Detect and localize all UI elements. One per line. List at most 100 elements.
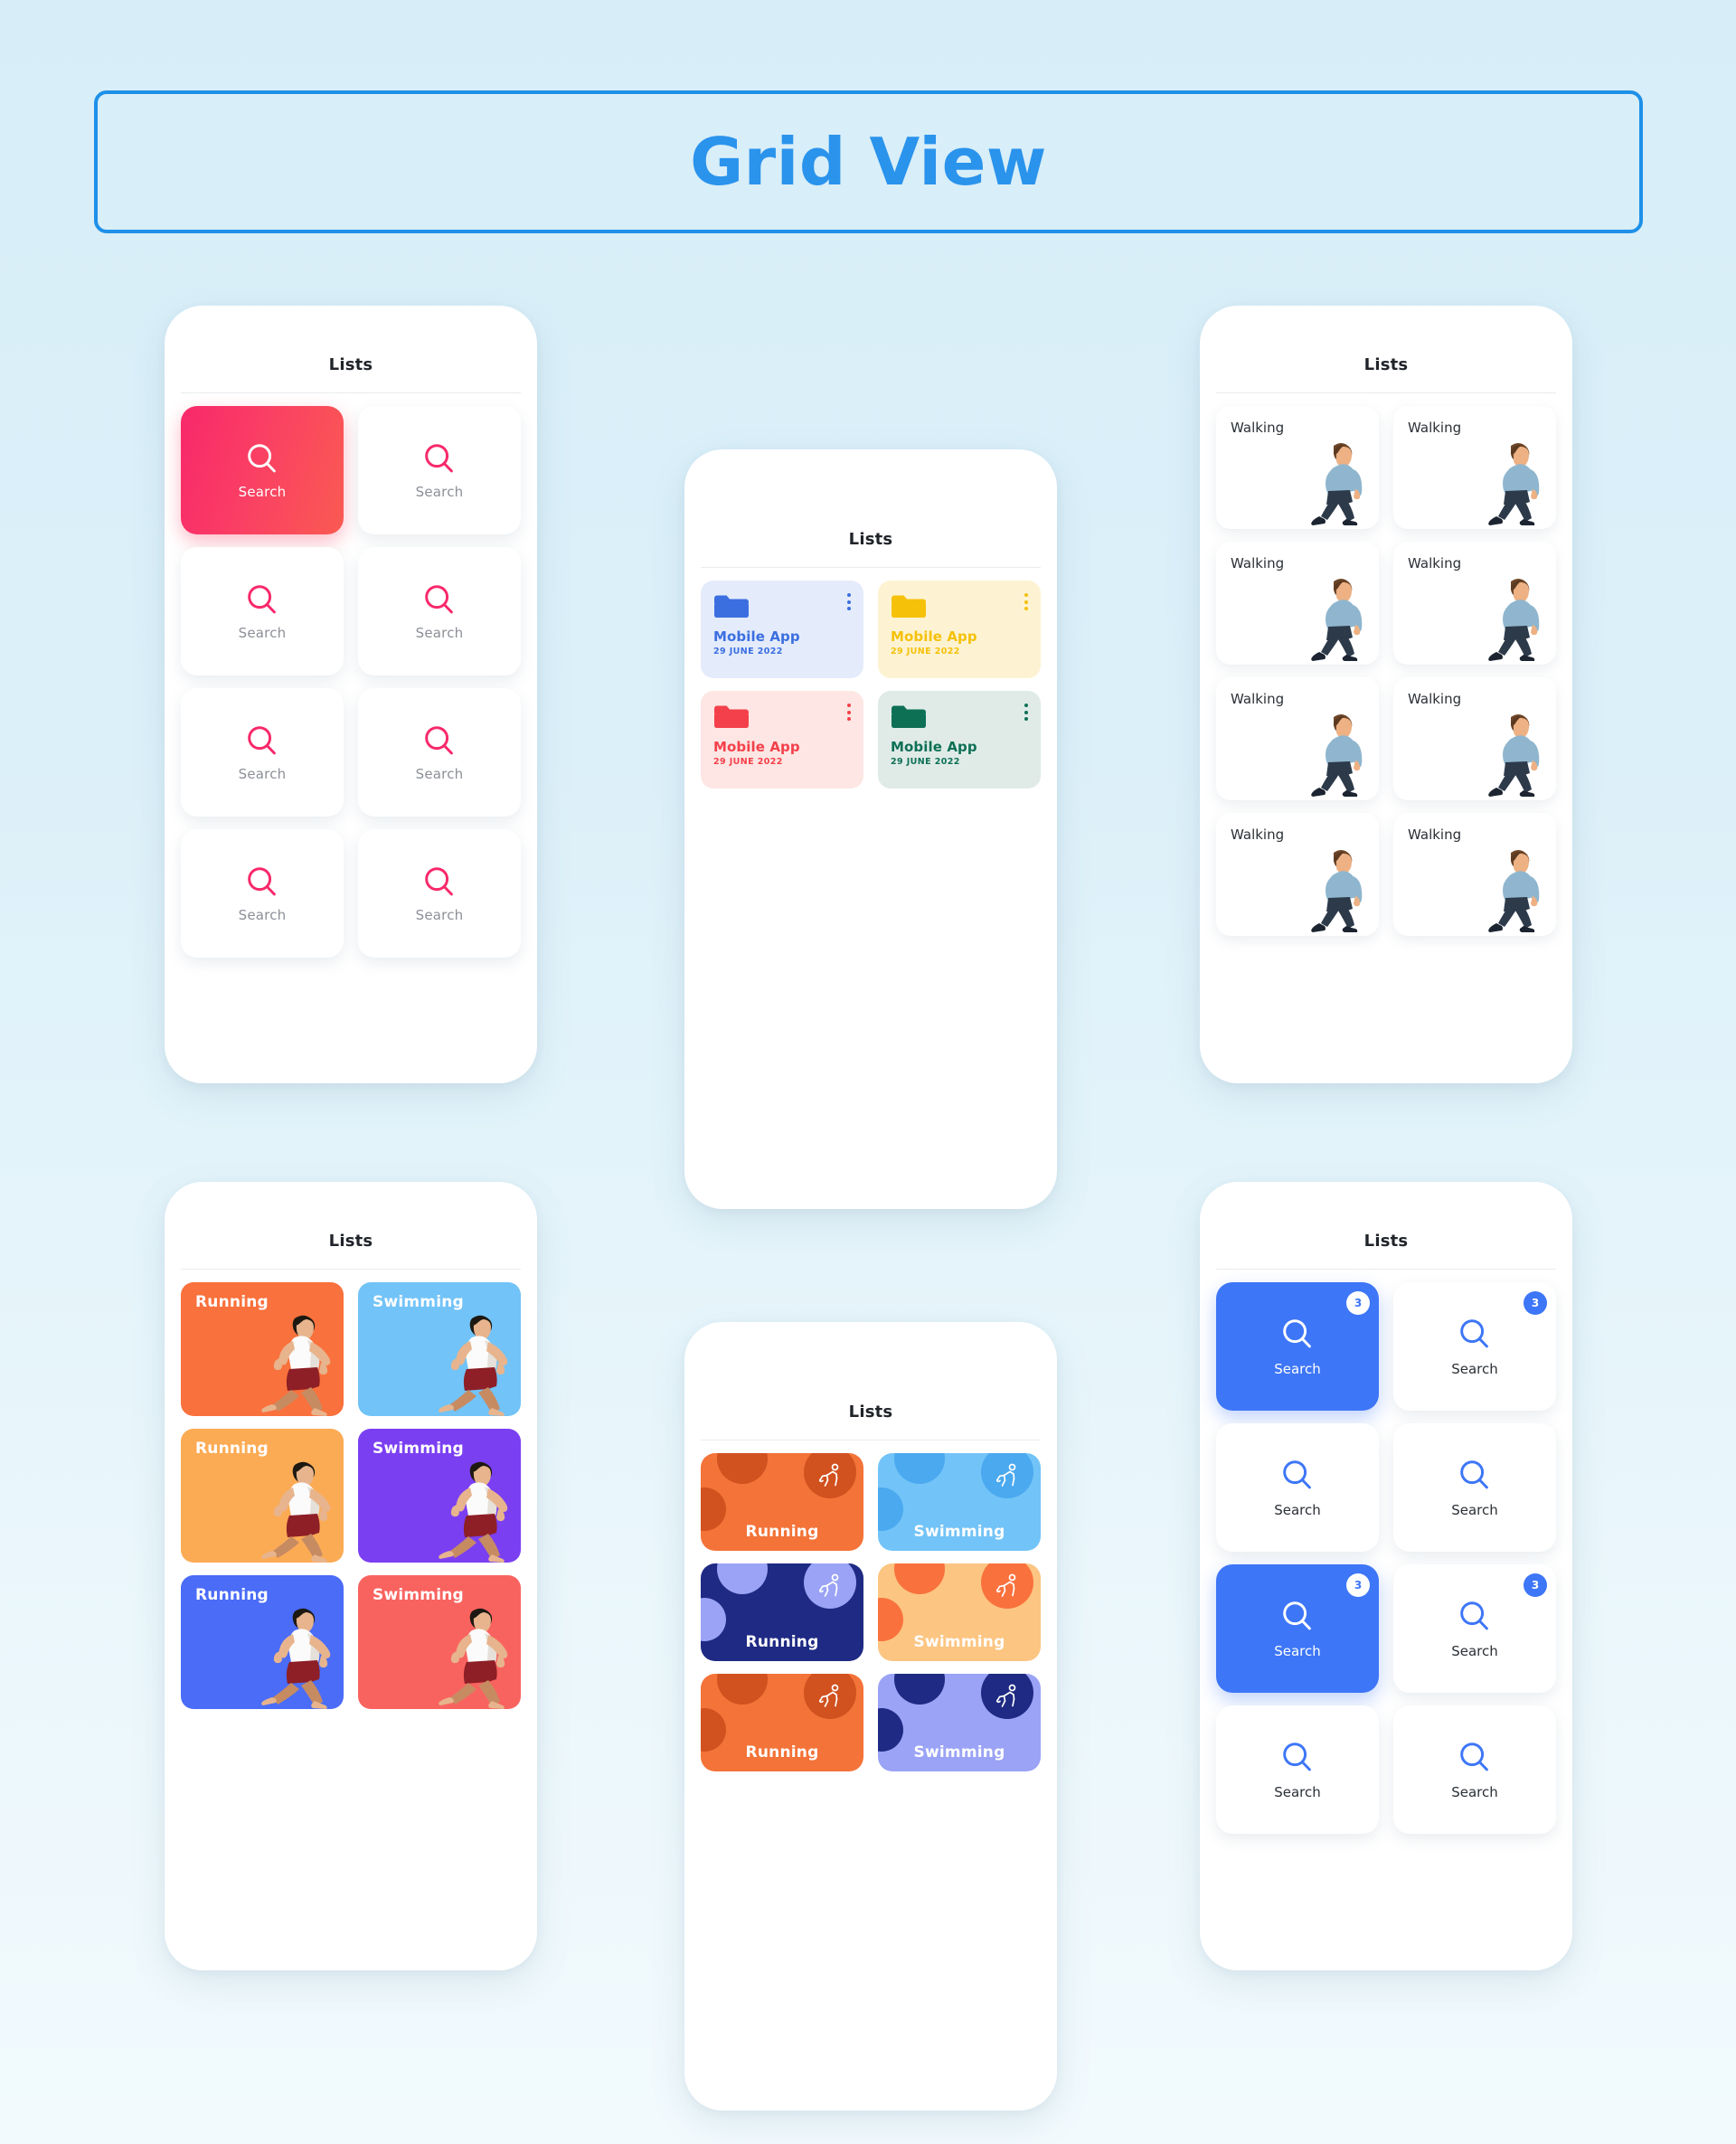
walking-card-label: Walking xyxy=(1408,826,1462,843)
walking-card-label: Walking xyxy=(1408,555,1462,571)
search-card[interactable]: 3 Search xyxy=(1393,1564,1556,1693)
decorative-blob xyxy=(878,1598,903,1641)
phone-header: Lists xyxy=(1200,306,1572,392)
folder-icon xyxy=(891,592,927,619)
kebab-menu-icon[interactable] xyxy=(1024,593,1028,610)
phone-content: Running Swimming Running Swimming Running Swi… xyxy=(165,1270,537,1725)
search-card[interactable]: Search xyxy=(181,406,344,534)
running-figure-icon xyxy=(981,1563,1033,1609)
walking-card[interactable]: Walking xyxy=(1216,542,1379,665)
search-card[interactable]: Search xyxy=(1216,1705,1379,1834)
running-person-illustration xyxy=(420,1308,521,1416)
search-icon xyxy=(1278,1739,1316,1777)
decorative-blob xyxy=(894,1674,945,1705)
sport-card[interactable]: Swimming xyxy=(358,1429,521,1563)
sport-chip-label: Running xyxy=(745,1633,819,1651)
walking-card-label: Walking xyxy=(1231,555,1285,571)
page-title-banner: Grid View xyxy=(94,90,1643,233)
search-icon xyxy=(1456,1598,1494,1636)
decorative-blob xyxy=(878,1708,903,1752)
search-card-label: Search xyxy=(1451,1643,1498,1659)
search-card[interactable]: 3 Search xyxy=(1393,1282,1556,1411)
search-card[interactable]: 3 Search xyxy=(1216,1282,1379,1411)
search-card-label: Search xyxy=(1451,1502,1498,1518)
walking-card-label: Walking xyxy=(1408,420,1462,436)
sport-card-label: Swimming xyxy=(373,1293,464,1311)
search-card-label: Search xyxy=(415,484,464,500)
folder-card[interactable]: Mobile App 29 JUNE 2022 xyxy=(701,691,863,789)
walking-card[interactable]: Walking xyxy=(1393,677,1556,800)
folder-card[interactable]: Mobile App 29 JUNE 2022 xyxy=(701,581,863,678)
sport-chip-card[interactable]: Swimming xyxy=(878,1674,1041,1771)
search-card-grid: Search Search Search Search Search Search Sear… xyxy=(181,406,521,958)
search-card[interactable]: Search xyxy=(1216,1423,1379,1552)
search-card[interactable]: Search xyxy=(358,688,521,817)
search-card[interactable]: 3 Search xyxy=(1216,1564,1379,1693)
sport-chip-card[interactable]: Running xyxy=(701,1453,863,1551)
search-card[interactable]: Search xyxy=(1393,1705,1556,1834)
sport-chip-card[interactable]: Running xyxy=(701,1674,863,1771)
sport-chip-card[interactable]: Swimming xyxy=(878,1453,1041,1551)
sport-card-label: Swimming xyxy=(373,1440,464,1458)
sport-chip-card[interactable]: Swimming xyxy=(878,1563,1041,1661)
phone-header-title: Lists xyxy=(1363,1232,1409,1251)
walking-person-illustration xyxy=(1299,433,1366,527)
phone-header-title: Lists xyxy=(848,530,893,549)
sport-card[interactable]: Swimming xyxy=(358,1575,521,1709)
kebab-menu-icon[interactable] xyxy=(847,704,851,721)
phone-content: Running Swimming Running Swimming Running Swi… xyxy=(684,1440,1057,1788)
search-card[interactable]: Search xyxy=(358,547,521,675)
walking-card[interactable]: Walking xyxy=(1393,813,1556,936)
walking-card[interactable]: Walking xyxy=(1216,813,1379,936)
running-person-illustration xyxy=(242,1454,344,1563)
search-icon xyxy=(1456,1739,1494,1777)
phone-mockup-walking: Lists Walking Walking Walking Walking Walkin… xyxy=(1200,306,1572,1083)
sport-card[interactable]: Running xyxy=(181,1575,344,1709)
walking-card[interactable]: Walking xyxy=(1393,406,1556,529)
walking-card[interactable]: Walking xyxy=(1216,677,1379,800)
search-card[interactable]: Search xyxy=(181,829,344,958)
running-figure-icon xyxy=(981,1674,1033,1719)
search-card[interactable]: Search xyxy=(181,547,344,675)
sport-chip-grid: Running Swimming Running Swimming Running Swi… xyxy=(701,1453,1041,1771)
kebab-menu-icon[interactable] xyxy=(847,593,851,610)
sport-card[interactable]: Running xyxy=(181,1282,344,1416)
sport-card[interactable]: Running xyxy=(181,1429,344,1563)
running-person-illustration xyxy=(420,1601,521,1709)
search-card[interactable]: Search xyxy=(181,688,344,817)
decorative-blob xyxy=(701,1488,726,1531)
walking-person-illustration xyxy=(1477,433,1543,527)
sport-chip-label: Swimming xyxy=(913,1523,1005,1541)
walking-person-illustration xyxy=(1477,704,1543,798)
folder-card-date: 29 JUNE 2022 xyxy=(713,757,783,767)
kebab-menu-icon[interactable] xyxy=(1024,704,1028,721)
walking-card-label: Walking xyxy=(1231,420,1285,436)
search-card[interactable]: Search xyxy=(358,829,521,958)
running-person-illustration xyxy=(420,1454,521,1563)
walking-person-illustration xyxy=(1477,840,1543,934)
walking-person-illustration xyxy=(1299,569,1366,663)
running-figure-icon xyxy=(804,1563,856,1609)
phone-header-title: Lists xyxy=(1363,355,1409,374)
running-person-illustration xyxy=(242,1601,344,1709)
sport-chip-card[interactable]: Running xyxy=(701,1563,863,1661)
walking-person-illustration xyxy=(1299,840,1366,934)
phone-header-title: Lists xyxy=(328,355,373,374)
phone-mockup-sport-photo: Lists Running Swimming Running Swimming Runn… xyxy=(165,1182,537,1970)
search-icon xyxy=(243,440,281,478)
walking-card[interactable]: Walking xyxy=(1393,542,1556,665)
decorative-blob xyxy=(894,1563,945,1594)
search-card-label: Search xyxy=(238,907,287,923)
sport-card[interactable]: Swimming xyxy=(358,1282,521,1416)
search-icon xyxy=(420,723,458,760)
folder-card[interactable]: Mobile App 29 JUNE 2022 xyxy=(878,691,1041,789)
walking-card[interactable]: Walking xyxy=(1216,406,1379,529)
decorative-blob xyxy=(701,1598,726,1641)
folder-card[interactable]: Mobile App 29 JUNE 2022 xyxy=(878,581,1041,678)
search-card[interactable]: Search xyxy=(358,406,521,534)
folder-card-date: 29 JUNE 2022 xyxy=(891,757,960,767)
search-card[interactable]: Search xyxy=(1393,1423,1556,1552)
folder-card-date: 29 JUNE 2022 xyxy=(891,647,960,656)
search-card-label: Search xyxy=(238,484,287,500)
decorative-blob xyxy=(717,1453,768,1484)
